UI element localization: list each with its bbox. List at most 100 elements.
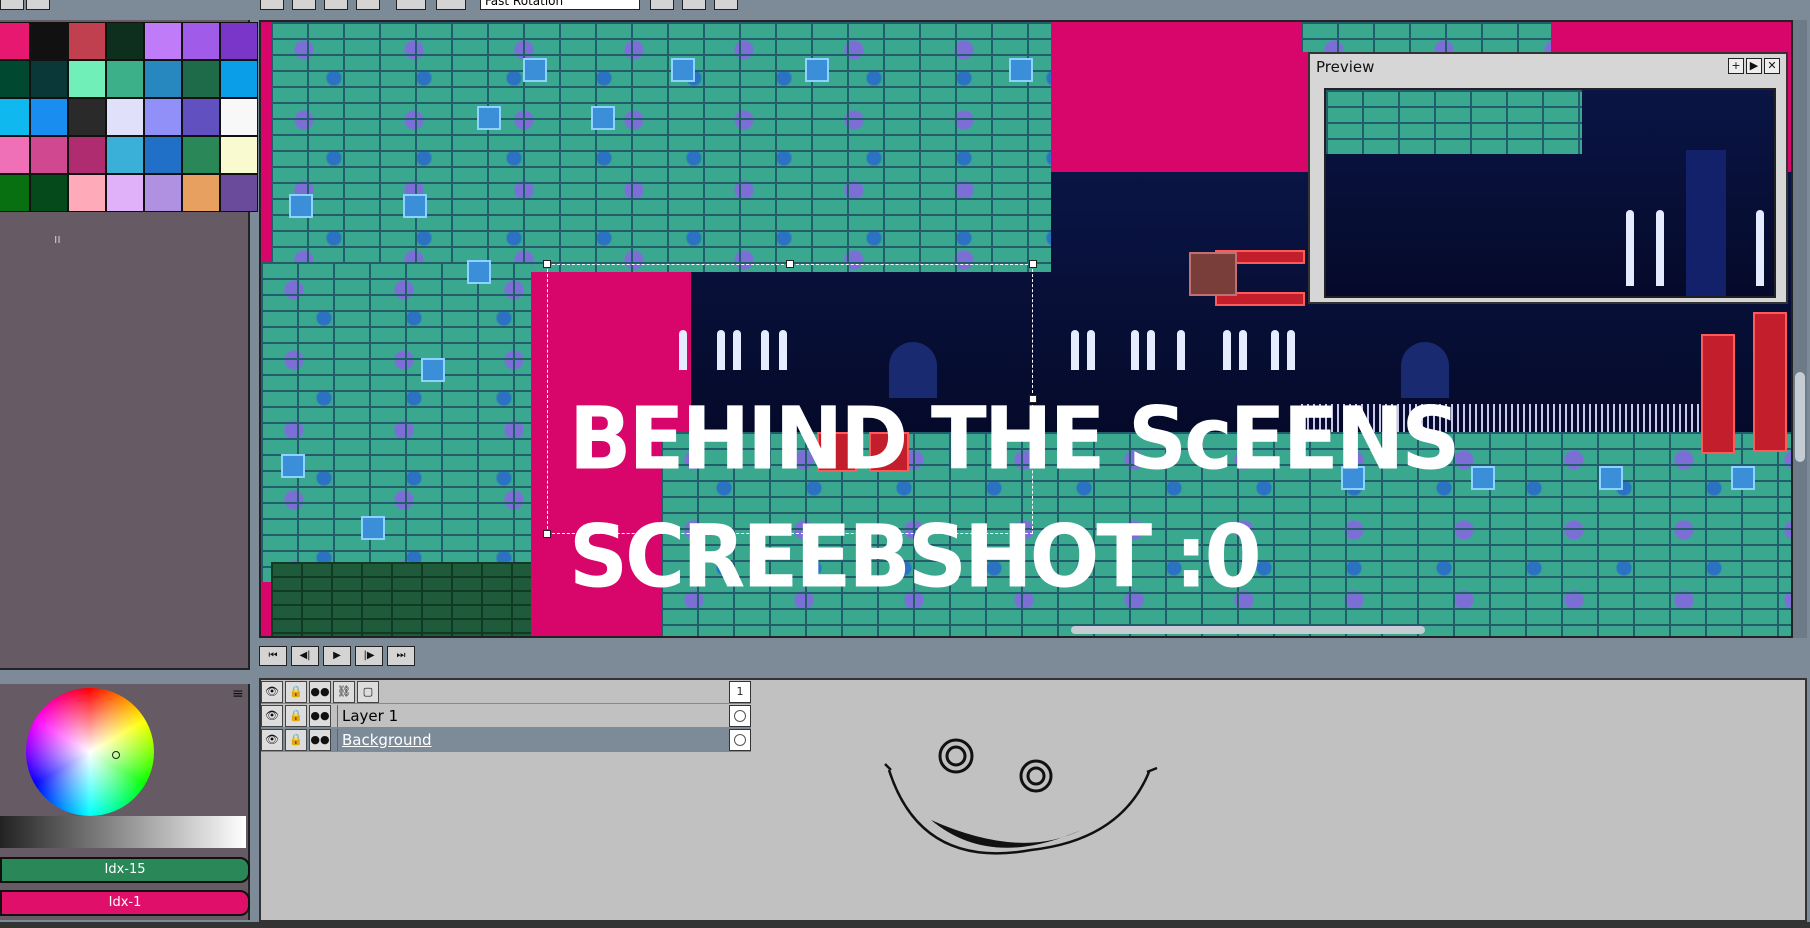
- palette-swatch[interactable]: [30, 98, 68, 136]
- palette-swatch[interactable]: [144, 60, 182, 98]
- palette-swatch[interactable]: [0, 136, 30, 174]
- selection-handle[interactable]: [543, 530, 551, 538]
- preview-window[interactable]: Preview + ▶ ✕: [1308, 52, 1788, 304]
- next-frame-button[interactable]: |▶: [355, 646, 383, 666]
- shade-slider[interactable]: [0, 816, 246, 848]
- toolbar-button[interactable]: [682, 0, 706, 10]
- palette-swatch[interactable]: [68, 98, 106, 136]
- eye-icon[interactable]: 👁: [261, 704, 283, 727]
- palette-swatch[interactable]: [30, 136, 68, 174]
- first-frame-button[interactable]: ⏮: [259, 646, 287, 666]
- menu-icon[interactable]: ≡: [232, 686, 244, 702]
- last-frame-button[interactable]: ⏭: [387, 646, 415, 666]
- palette-swatch[interactable]: [220, 22, 258, 60]
- lock-icon[interactable]: 🔒: [285, 704, 307, 727]
- background-color-bar[interactable]: Idx-1: [0, 890, 250, 916]
- lock-icon[interactable]: 🔒: [285, 680, 307, 703]
- toolbar-button[interactable]: [292, 0, 316, 10]
- vertical-scrollbar-thumb[interactable]: [1795, 372, 1805, 462]
- brick-wall-left: [261, 262, 531, 582]
- palette-swatch[interactable]: [0, 98, 30, 136]
- layer-row-background[interactable]: 👁 🔒 ●● Background: [261, 728, 751, 752]
- frame-cel[interactable]: [729, 728, 751, 751]
- color-wheel[interactable]: [26, 688, 154, 816]
- palette-swatch[interactable]: [0, 22, 30, 60]
- layer-name[interactable]: Background: [337, 728, 729, 751]
- palette-swatch[interactable]: [220, 98, 258, 136]
- foreground-color-bar[interactable]: Idx-15: [0, 857, 250, 883]
- palette-swatch[interactable]: [106, 60, 144, 98]
- selection-handle[interactable]: [786, 260, 794, 268]
- palette-panel: ıı: [0, 20, 258, 670]
- crate-block: [1599, 466, 1623, 490]
- preview-controls: + ▶ ✕: [1728, 58, 1780, 74]
- window-pillar: [1756, 210, 1764, 286]
- palette-swatch[interactable]: [144, 98, 182, 136]
- palette-swatch[interactable]: [182, 98, 220, 136]
- previous-frame-button[interactable]: ◀|: [291, 646, 319, 666]
- crate-block: [477, 106, 501, 130]
- vertical-scrollbar[interactable]: [1793, 20, 1807, 638]
- continuous-icon[interactable]: ▢: [357, 680, 379, 703]
- palette-swatch[interactable]: [144, 136, 182, 174]
- palette-swatch[interactable]: [68, 60, 106, 98]
- toolbar-button[interactable]: [260, 0, 284, 10]
- palette-swatch[interactable]: [182, 22, 220, 60]
- link-icon[interactable]: ⛓: [333, 680, 355, 703]
- selection-handle[interactable]: [543, 260, 551, 268]
- eye-icon[interactable]: 👁: [261, 680, 283, 703]
- palette-swatch[interactable]: [68, 174, 106, 212]
- palette-swatch[interactable]: [182, 60, 220, 98]
- toolbar-button[interactable]: [396, 0, 426, 10]
- toolbar-button[interactable]: [324, 0, 348, 10]
- palette-swatch[interactable]: [182, 174, 220, 212]
- rotation-select[interactable]: Fast Rotation: [480, 0, 640, 10]
- palette-grip-icon[interactable]: ıı: [54, 232, 61, 246]
- frame-cel[interactable]: [729, 704, 751, 727]
- palette-swatch[interactable]: [144, 22, 182, 60]
- palette-swatch[interactable]: [106, 136, 144, 174]
- eye-icon[interactable]: 👁: [261, 728, 283, 751]
- timeline-header-row: 👁 🔒 ●● ⛓ ▢ 1: [261, 680, 751, 704]
- preview-play-button[interactable]: ▶: [1746, 58, 1762, 74]
- lock-icon[interactable]: 🔒: [285, 728, 307, 751]
- horizontal-scrollbar-thumb[interactable]: [1071, 626, 1425, 634]
- palette-swatch[interactable]: [30, 22, 68, 60]
- palette-swatch[interactable]: [220, 136, 258, 174]
- crate-block: [523, 58, 547, 82]
- palette-swatch[interactable]: [68, 136, 106, 174]
- palette-swatch[interactable]: [106, 174, 144, 212]
- palette-swatch[interactable]: [144, 174, 182, 212]
- toolbar-button[interactable]: [436, 0, 466, 10]
- window-pillar: [1626, 210, 1634, 286]
- color-wheel-cursor[interactable]: [112, 751, 120, 759]
- window-pillar: [1239, 330, 1247, 370]
- palette-swatch[interactable]: [0, 60, 30, 98]
- layer-row-layer-1[interactable]: 👁 🔒 ●● Layer 1: [261, 704, 751, 728]
- onion-skin-icon[interactable]: ●●: [309, 728, 331, 751]
- palette-swatch[interactable]: [68, 22, 106, 60]
- toolbar-button[interactable]: [714, 0, 738, 10]
- toolbar-button[interactable]: [356, 0, 380, 10]
- toolbar-button[interactable]: [0, 0, 24, 10]
- toolbar-button[interactable]: [26, 0, 50, 10]
- palette-swatch[interactable]: [106, 98, 144, 136]
- selection-handle[interactable]: [1029, 260, 1037, 268]
- palette-swatch[interactable]: [106, 22, 144, 60]
- palette-swatch[interactable]: [30, 60, 68, 98]
- palette-swatch[interactable]: [220, 174, 258, 212]
- palette-swatch[interactable]: [30, 174, 68, 212]
- onion-skin-icon[interactable]: ●●: [309, 704, 331, 727]
- crate-block: [805, 58, 829, 82]
- frame-number[interactable]: 1: [729, 680, 751, 703]
- play-button[interactable]: ▶: [323, 646, 351, 666]
- toolbar-button[interactable]: [650, 0, 674, 10]
- onion-skin-icon[interactable]: ●●: [309, 680, 331, 703]
- brick-wall-right-top: [1301, 22, 1551, 52]
- preview-zoom-button[interactable]: +: [1728, 58, 1744, 74]
- layer-name[interactable]: Layer 1: [337, 704, 729, 727]
- palette-swatch[interactable]: [182, 136, 220, 174]
- palette-swatch[interactable]: [0, 174, 30, 212]
- preview-close-button[interactable]: ✕: [1764, 58, 1780, 74]
- palette-swatch[interactable]: [220, 60, 258, 98]
